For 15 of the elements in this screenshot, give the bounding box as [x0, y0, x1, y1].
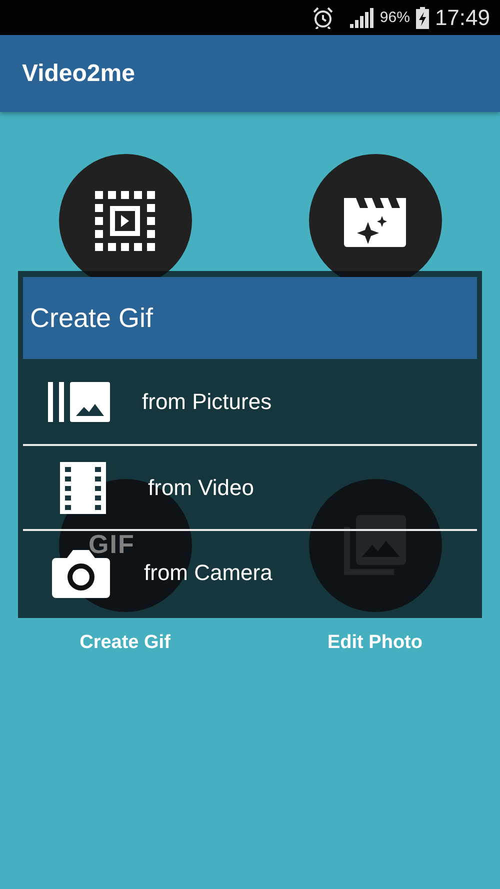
battery-charging-icon — [416, 6, 429, 28]
dialog-title: Create Gif — [30, 302, 154, 334]
alarm-clock-icon — [312, 6, 334, 28]
film-strip-icon — [60, 462, 106, 514]
app-title: Video2me — [22, 60, 135, 88]
image-gallery-icon — [48, 382, 110, 422]
video-frame-icon — [95, 190, 155, 250]
clock-time: 17:49 — [434, 4, 490, 30]
gif-text: GIF — [88, 529, 135, 560]
menu-option[interactable]: from Video — [23, 444, 477, 529]
tool-label: Create Gif — [80, 632, 170, 654]
menu-option[interactable]: from Pictures — [23, 359, 477, 444]
tool-label: Edit Photo — [328, 632, 422, 654]
signal-icon — [350, 8, 374, 28]
battery-percent: 96% — [380, 9, 410, 26]
